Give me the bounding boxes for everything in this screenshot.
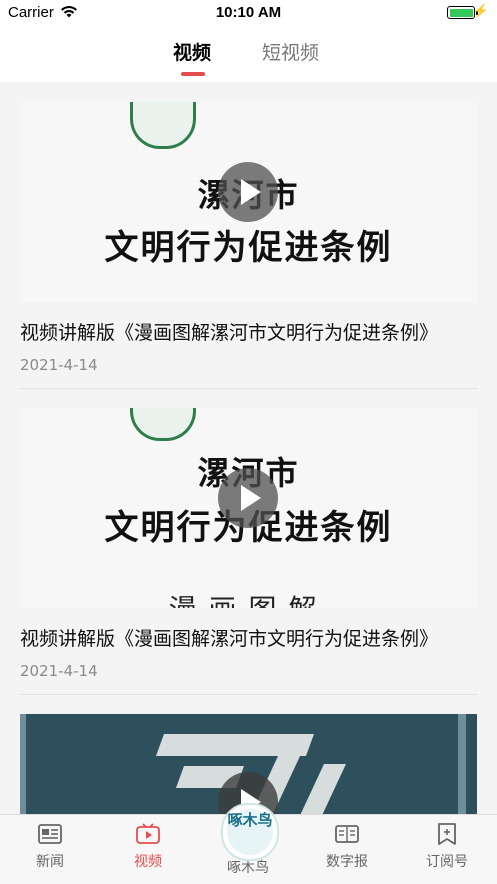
- logo-text: 啄木鸟: [227, 809, 273, 855]
- tabbar-label: 新闻: [36, 854, 64, 870]
- status-bar: Carrier 10:10 AM ⚡: [0, 0, 497, 24]
- tabbar-item-woodpecker[interactable]: 啄木鸟 啄木鸟: [208, 803, 288, 877]
- battery-icon: [447, 6, 478, 19]
- video-feed[interactable]: 漯河市 文明行为促进条例 视频讲解版《漫画图解漯河市文明行为促进条例》 2021…: [0, 82, 497, 814]
- thumbnail-stripe: [458, 714, 466, 814]
- top-tab-bar: 视频 短视频: [0, 24, 497, 82]
- divider: [20, 694, 477, 695]
- video-title[interactable]: 视频讲解版《漫画图解漯河市文明行为促进条例》: [20, 318, 438, 345]
- status-time: 10:10 AM: [215, 4, 282, 21]
- tabbar-item-news[interactable]: 新闻: [10, 823, 90, 871]
- newspaper-icon: [335, 825, 359, 843]
- thumbnail-stripe: [20, 714, 26, 814]
- thumbnail-title-line2: 文明行为促进条例: [104, 228, 393, 268]
- play-icon[interactable]: [218, 162, 278, 222]
- divider: [20, 388, 477, 389]
- play-icon[interactable]: [218, 468, 278, 528]
- video-date: 2021-4-14: [20, 662, 98, 680]
- news-icon: [38, 824, 62, 844]
- video-title[interactable]: 视频讲解版《漫画图解漯河市文明行为促进条例》: [20, 624, 438, 651]
- video-date: 2021-4-14: [20, 356, 98, 374]
- tabbar-item-digital-paper[interactable]: 数字报: [307, 823, 387, 871]
- tabbar-label: 订阅号: [426, 854, 468, 870]
- tab-short-video[interactable]: 短视频: [262, 38, 319, 65]
- bottom-tab-bar: 新闻 视频 啄木鸟 啄木鸟 数字报 订阅号: [0, 803, 497, 884]
- charging-icon: ⚡: [472, 3, 489, 18]
- thumbnail-title-line3: 漫画图解: [20, 588, 477, 608]
- video-icon: [136, 823, 160, 844]
- video-thumbnail[interactable]: 漯河市 文明行为促进条例: [20, 102, 477, 302]
- video-thumbnail[interactable]: [20, 714, 477, 814]
- tab-video[interactable]: 视频: [173, 38, 211, 65]
- tabbar-label: 数字报: [326, 854, 368, 870]
- tabbar-item-subscribe[interactable]: 订阅号: [407, 823, 487, 871]
- video-thumbnail[interactable]: 漯河市 文明行为促进条例 漫画图解: [20, 408, 477, 608]
- emblem-logo: [130, 408, 196, 441]
- thumbnail-graphic: [296, 764, 346, 814]
- tabbar-item-video[interactable]: 视频: [108, 823, 188, 871]
- active-tab-indicator: [181, 72, 205, 76]
- tabbar-label: 视频: [134, 854, 162, 870]
- woodpecker-logo-icon: 啄木鸟: [221, 803, 279, 861]
- subscribe-icon: [438, 823, 456, 845]
- emblem-logo: [130, 102, 196, 149]
